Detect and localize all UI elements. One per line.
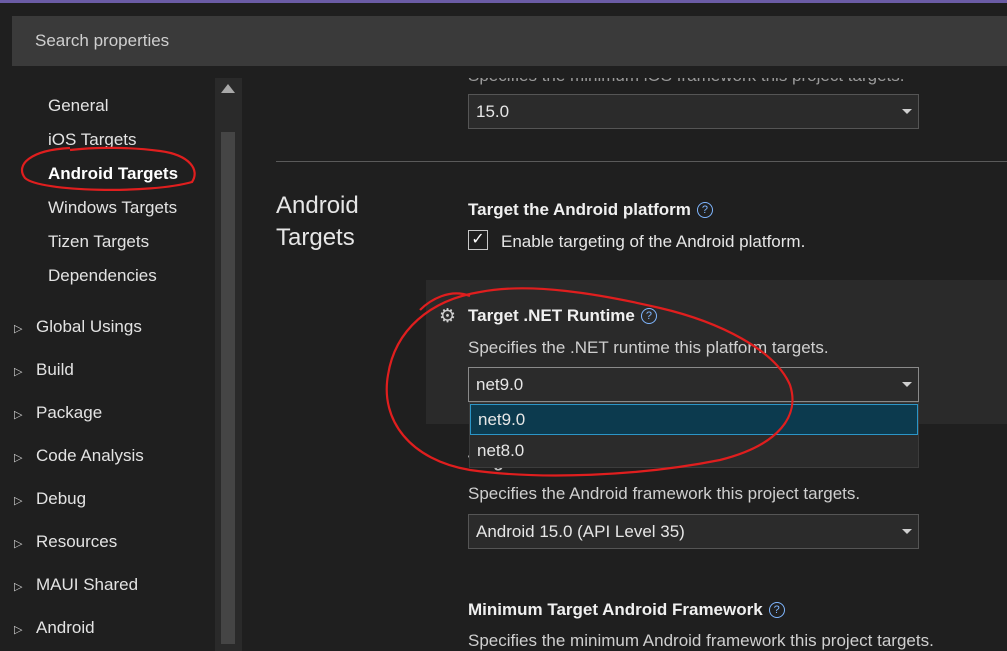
group-label: MAUI Shared — [36, 575, 139, 594]
group-label: Android — [36, 618, 95, 637]
chevron-right-icon: ▷ — [14, 452, 23, 464]
sidebar-group-maui-shared[interactable]: ▷ MAUI Shared — [14, 575, 138, 595]
help-icon[interactable]: ? — [696, 202, 713, 218]
sidebar-group-package[interactable]: ▷ Package — [14, 403, 102, 423]
group-label: Package — [36, 403, 103, 422]
section-title-line: Targets — [276, 224, 355, 251]
help-icon[interactable]: ? — [640, 308, 657, 324]
sidebar: General iOS Targets Android Targets Wind… — [0, 78, 215, 651]
enable-android-checkbox[interactable]: ✓ — [468, 230, 488, 250]
select-value: 15.0 — [476, 102, 510, 121]
target-net-runtime-select[interactable]: net9.0 — [468, 367, 919, 402]
section-title-line: Android — [276, 192, 359, 219]
sidebar-scrollbar[interactable] — [215, 78, 242, 651]
min-target-android-framework-label: Minimum Target Android Framework? — [468, 600, 785, 620]
gear-icon[interactable]: ⚙ — [439, 305, 456, 328]
runtime-dropdown-list[interactable]: net9.0 net8.0 — [469, 402, 919, 468]
select-value: net9.0 — [476, 375, 524, 394]
label-text: Target the Android platform — [468, 200, 691, 219]
chevron-right-icon: ▷ — [14, 366, 23, 378]
help-icon[interactable]: ? — [768, 602, 785, 618]
target-net-runtime-desc: Specifies the .NET runtime this platform… — [468, 338, 829, 357]
dropdown-option-net9[interactable]: net9.0 — [470, 404, 918, 435]
label-text: Target .NET Runtime — [468, 306, 635, 325]
section-title-android-targets: Android Targets — [276, 190, 359, 254]
sidebar-group-global-usings[interactable]: ▷ Global Usings — [14, 317, 142, 337]
chevron-down-icon — [902, 529, 912, 534]
window-top-accent — [0, 0, 1007, 3]
scroll-up-arrow-icon[interactable] — [221, 84, 235, 93]
min-target-android-framework-desc: Specifies the minimum Android framework … — [468, 631, 934, 650]
ios-min-framework-desc: Specifies the minimum iOS framework this… — [468, 78, 904, 86]
chevron-down-icon — [902, 109, 912, 114]
chevron-right-icon: ▷ — [14, 323, 23, 335]
sidebar-item-windows-targets[interactable]: Windows Targets — [48, 198, 177, 218]
sidebar-item-android-targets[interactable]: Android Targets — [48, 164, 178, 184]
sidebar-item-ios-targets[interactable]: iOS Targets — [48, 130, 137, 150]
sidebar-item-tizen-targets[interactable]: Tizen Targets — [48, 232, 149, 252]
group-label: Code Analysis — [36, 446, 144, 465]
scroll-thumb[interactable] — [221, 132, 235, 644]
group-label: Resources — [36, 532, 118, 551]
section-divider — [276, 161, 1007, 162]
sidebar-item-dependencies[interactable]: Dependencies — [48, 266, 157, 286]
label-text: Minimum Target Android Framework — [468, 600, 763, 619]
chevron-down-icon — [902, 382, 912, 387]
chevron-right-icon: ▷ — [14, 581, 23, 593]
target-net-runtime-label: Target .NET Runtime? — [468, 306, 657, 326]
sidebar-group-resources[interactable]: ▷ Resources — [14, 532, 117, 552]
sidebar-group-build[interactable]: ▷ Build — [14, 360, 74, 380]
target-android-framework-select[interactable]: Android 15.0 (API Level 35) — [468, 514, 919, 549]
select-value: Android 15.0 (API Level 35) — [476, 522, 685, 541]
dropdown-option-net8[interactable]: net8.0 — [470, 436, 918, 467]
group-label: Build — [36, 360, 74, 379]
chevron-right-icon: ▷ — [14, 409, 23, 421]
chevron-right-icon: ▷ — [14, 495, 23, 507]
search-input[interactable]: Search properties — [12, 16, 1007, 66]
sidebar-item-general[interactable]: General — [48, 96, 108, 116]
sidebar-group-code-analysis[interactable]: ▷ Code Analysis — [14, 446, 144, 466]
sidebar-group-android[interactable]: ▷ Android — [14, 618, 95, 638]
sidebar-group-debug[interactable]: ▷ Debug — [14, 489, 86, 509]
target-android-platform-label: Target the Android platform? — [468, 200, 713, 220]
properties-content: Specifies the minimum iOS framework this… — [242, 78, 1007, 651]
target-android-framework-desc: Specifies the Android framework this pro… — [468, 484, 861, 503]
group-label: Debug — [36, 489, 87, 508]
group-label: Global Usings — [36, 317, 142, 336]
enable-android-checkbox-label[interactable]: Enable targeting of the Android platform… — [501, 232, 805, 252]
chevron-right-icon: ▷ — [14, 624, 23, 636]
chevron-right-icon: ▷ — [14, 538, 23, 550]
ios-min-framework-select[interactable]: 15.0 — [468, 94, 919, 129]
